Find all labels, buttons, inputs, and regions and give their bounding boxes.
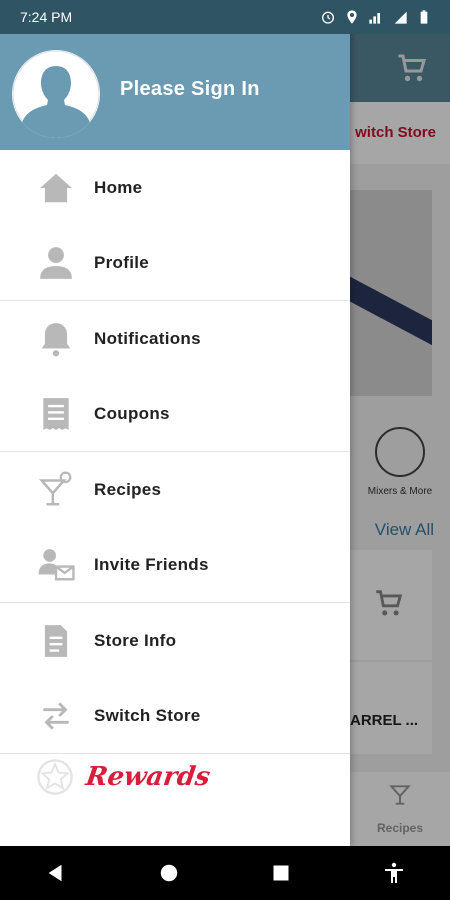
menu-item-recipes[interactable]: Recipes xyxy=(0,452,350,527)
battery-icon xyxy=(420,10,428,24)
menu-item-profile[interactable]: Profile xyxy=(0,225,350,300)
menu-item-label: Home xyxy=(94,177,143,197)
menu-item-label: Switch Store xyxy=(94,705,201,725)
rewards-link[interactable]: Rewards xyxy=(36,758,213,796)
avatar[interactable] xyxy=(12,50,100,138)
menu-item-label: Notifications xyxy=(94,328,201,348)
menu-item-switch-store[interactable]: Switch Store xyxy=(0,678,350,753)
menu-item-notifications[interactable]: Notifications xyxy=(0,301,350,376)
recents-button[interactable] xyxy=(266,858,296,888)
home-icon xyxy=(36,168,76,208)
accessibility-icon xyxy=(384,862,403,883)
home-circle-icon xyxy=(160,864,177,882)
coupon-icon xyxy=(36,394,76,434)
status-time: 7:24 PM xyxy=(20,9,73,25)
cocktail-icon xyxy=(36,470,76,510)
location-icon xyxy=(347,10,357,24)
rewards-label: Rewards xyxy=(83,762,213,792)
menu-item-label: Invite Friends xyxy=(94,554,209,574)
menu-item-label: Recipes xyxy=(94,479,162,499)
menu-item-coupons[interactable]: Coupons xyxy=(0,376,350,451)
sign-in-link[interactable]: Please Sign In xyxy=(120,78,260,101)
back-icon xyxy=(48,864,62,882)
invite-icon xyxy=(36,545,76,585)
store-info-icon xyxy=(36,621,76,661)
home-button[interactable] xyxy=(154,858,184,888)
system-nav-bar xyxy=(0,846,450,900)
menu-item-home[interactable]: Home xyxy=(0,150,350,225)
profile-icon xyxy=(36,243,76,283)
lte-icon xyxy=(394,11,407,24)
switch-icon xyxy=(36,696,76,736)
recents-icon xyxy=(273,865,289,881)
menu-item-invite-friends[interactable]: Invite Friends xyxy=(0,527,350,602)
menu-item-label: Store Info xyxy=(94,630,177,650)
navigation-drawer: Please Sign In Home Profile Notification… xyxy=(0,0,350,846)
menu-item-store-info[interactable]: Store Info xyxy=(0,603,350,678)
menu-item-label: Coupons xyxy=(94,403,170,423)
user-silhouette-icon xyxy=(12,50,100,138)
star-badge-icon xyxy=(36,758,74,796)
signal-icon xyxy=(369,13,380,24)
status-icons xyxy=(320,9,432,25)
menu-item-label: Profile xyxy=(94,252,150,272)
bell-icon xyxy=(36,319,76,359)
status-bar: 7:24 PM xyxy=(0,0,450,34)
back-button[interactable] xyxy=(41,858,71,888)
divider xyxy=(0,753,350,754)
accessibility-button[interactable] xyxy=(379,858,409,888)
drawer-menu: Home Profile Notifications Coupons Recip… xyxy=(0,150,350,754)
alarm-icon xyxy=(322,11,334,24)
